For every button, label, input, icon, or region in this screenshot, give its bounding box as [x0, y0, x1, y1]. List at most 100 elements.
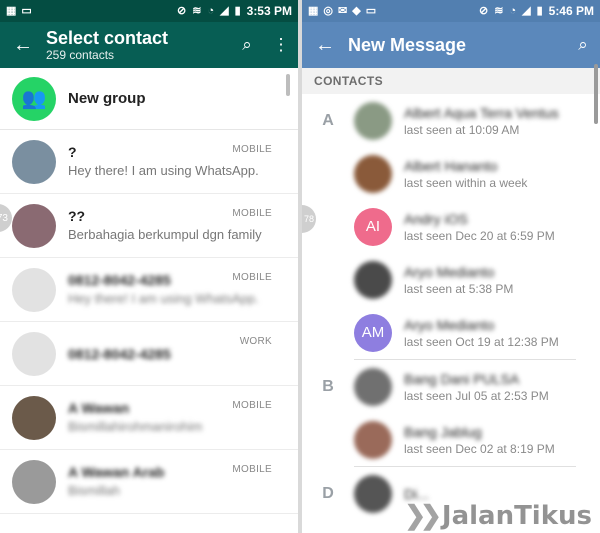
- new-group-icon: 👥: [12, 76, 56, 121]
- avatar: AM: [354, 313, 392, 352]
- telegram-panel: ▦ ◎ ✉ ◆ ▭ ⊘ ≋ ◔ ◢ ▮ 5:46 PM ← New Messag…: [302, 0, 600, 533]
- contact-text: Andry iOS last seen Dec 20 at 6:59 PM: [404, 210, 600, 244]
- last-seen: last seen within a week: [404, 175, 528, 190]
- contact-list: A Albert Aqua Terra Ventus last seen at 10…: [302, 94, 600, 520]
- section-letter: D: [322, 484, 334, 502]
- contact-status: Berbahagia berkumpul dgn family: [68, 226, 262, 242]
- last-seen: last seen Dec 02 at 8:19 PM: [404, 441, 555, 456]
- contact-list: 👥 New group ? Hey there! I am using Whats…: [0, 68, 298, 514]
- page-title: New Message: [348, 35, 467, 55]
- avatar: [354, 101, 392, 140]
- contact-row[interactable]: B Bang Dani PULSA last seen Jul 05 at 2:53…: [302, 360, 600, 413]
- contact-row[interactable]: A Wawan Bismillahirohmanirohim MOBILE: [0, 386, 298, 450]
- phone-type-label: MOBILE: [232, 400, 272, 411]
- signal-icon: ◢: [220, 5, 229, 17]
- contact-name: 0812-8042-4285: [68, 345, 171, 362]
- contact-row[interactable]: ?? Berbahagia berkumpul dgn family MOBILE: [0, 194, 298, 258]
- title-block: Select contact 259 contacts: [46, 28, 230, 62]
- last-seen: last seen Oct 19 at 12:38 PM: [404, 334, 559, 349]
- phone-type-label: MOBILE: [232, 144, 272, 155]
- new-group-button[interactable]: 👥 New group: [0, 68, 298, 130]
- contact-count: 259 contacts: [46, 48, 115, 62]
- contact-row[interactable]: 0812-8042-4285 WORK: [0, 322, 298, 386]
- dropbox-icon: ◆: [352, 5, 361, 17]
- contact-row[interactable]: AI Andry iOS last seen Dec 20 at 6:59 PM: [302, 200, 600, 253]
- watermark-text: JalanTikus: [441, 500, 592, 531]
- contact-row[interactable]: A Wawan Arab Bismillah MOBILE: [0, 450, 298, 514]
- contact-name: Bang Dani PULSA: [404, 370, 520, 387]
- status-bar: ▦ ▭ ⊘ ≋ ◔ ◢ ▮ 3:53 PM: [0, 0, 298, 22]
- contact-text: Bang Dani PULSA last seen Jul 05 at 2:53 …: [404, 370, 600, 404]
- clock: 3:53 PM: [246, 4, 292, 18]
- avatar: [12, 459, 56, 504]
- back-arrow-icon[interactable]: ←: [302, 34, 348, 57]
- wifi-icon: ◔: [509, 5, 517, 17]
- contact-status: Hey there! I am using WhatsApp.: [68, 290, 259, 306]
- avatar: [354, 367, 392, 406]
- back-arrow-icon[interactable]: ←: [0, 34, 46, 57]
- avatar: AI: [354, 207, 392, 246]
- avatar: [354, 420, 392, 459]
- contact-status: Hey there! I am using WhatsApp.: [68, 162, 259, 178]
- contact-row[interactable]: Bang Jablug last seen Dec 02 at 8:19 PM: [302, 413, 600, 466]
- avatar: [12, 267, 56, 312]
- search-icon[interactable]: ⌕: [230, 35, 264, 55]
- status-bar: ▦ ◎ ✉ ◆ ▭ ⊘ ≋ ◔ ◢ ▮ 5:46 PM: [302, 0, 600, 22]
- contact-row[interactable]: A Albert Aqua Terra Ventus last seen at 10…: [302, 94, 600, 147]
- section-letter: B: [322, 377, 334, 395]
- scrollbar[interactable]: [594, 64, 598, 124]
- phone-type-label: MOBILE: [232, 272, 272, 283]
- vibrate-icon: ≋: [494, 5, 504, 17]
- contact-row[interactable]: Albert Hananto last seen within a week: [302, 147, 600, 200]
- contact-status: Bismillah: [68, 482, 121, 498]
- contact-name: Albert Hananto: [404, 157, 498, 174]
- avatar: [354, 474, 392, 513]
- contact-text: Albert Hananto last seen within a week: [404, 157, 600, 191]
- contact-status: Bismillahirohmanirohim: [68, 418, 203, 434]
- last-seen: last seen at 5:38 PM: [404, 281, 514, 296]
- app-bar: ← New Message ⌕: [302, 22, 600, 68]
- contact-name: Andry iOS: [404, 210, 468, 227]
- avatar: [354, 154, 392, 193]
- watermark: ❯❯ JalanTikus: [404, 500, 592, 531]
- contact-text: Bang Jablug last seen Dec 02 at 8:19 PM: [404, 423, 600, 457]
- do-not-disturb-icon: ⊘: [177, 5, 187, 17]
- contact-name: Bang Jablug: [404, 423, 482, 440]
- app-grid-icon: ▦: [6, 5, 17, 17]
- do-not-disturb-icon: ⊘: [479, 5, 489, 17]
- contact-name: Albert Aqua Terra Ventus: [404, 104, 559, 121]
- wifi-icon: ◔: [207, 5, 215, 17]
- avatar: [12, 331, 56, 376]
- contact-text: Aryo Medianto last seen at 5:38 PM: [404, 263, 600, 297]
- signal-icon: ◢: [522, 5, 531, 17]
- contact-row[interactable]: ? Hey there! I am using WhatsApp. MOBILE: [0, 130, 298, 194]
- contact-name: Aryo Medianto: [404, 263, 495, 280]
- battery-icon: ▮: [536, 5, 543, 17]
- last-seen: last seen Jul 05 at 2:53 PM: [404, 388, 549, 403]
- chat-notification-icon: ▭: [365, 5, 377, 17]
- more-options-icon[interactable]: ⋮: [264, 35, 298, 55]
- contact-row[interactable]: AM Aryo Medianto last seen Oct 19 at 12:38…: [302, 306, 600, 359]
- new-group-label: New group: [68, 90, 146, 107]
- page-title: Select contact: [46, 28, 169, 48]
- clock: 5:46 PM: [548, 4, 594, 18]
- app-bar: ← Select contact 259 contacts ⌕ ⋮: [0, 22, 298, 68]
- contact-row[interactable]: Aryo Medianto last seen at 5:38 PM: [302, 253, 600, 306]
- whatsapp-notification-icon: ◎: [323, 5, 334, 17]
- search-icon[interactable]: ⌕: [566, 35, 600, 55]
- phone-type-label: WORK: [239, 336, 272, 347]
- avatar: [12, 139, 56, 184]
- scrollbar[interactable]: [286, 74, 290, 96]
- whatsapp-panel: ▦ ▭ ⊘ ≋ ◔ ◢ ▮ 3:53 PM ← Select contact 2…: [0, 0, 298, 533]
- contact-name: Aryo Medianto: [404, 316, 495, 333]
- contact-text: 0812-8042-4285: [68, 345, 298, 363]
- vibrate-icon: ≋: [192, 5, 202, 17]
- phone-type-label: MOBILE: [232, 464, 272, 475]
- phone-type-label: MOBILE: [232, 208, 272, 219]
- section-letter: A: [322, 111, 334, 129]
- title-block: New Message: [348, 35, 566, 55]
- avatar: [12, 203, 56, 248]
- contact-text: Aryo Medianto last seen Oct 19 at 12:38 P…: [404, 316, 600, 350]
- contact-row[interactable]: 0812-8042-4285 Hey there! I am using What…: [0, 258, 298, 322]
- battery-icon: ▮: [234, 5, 241, 17]
